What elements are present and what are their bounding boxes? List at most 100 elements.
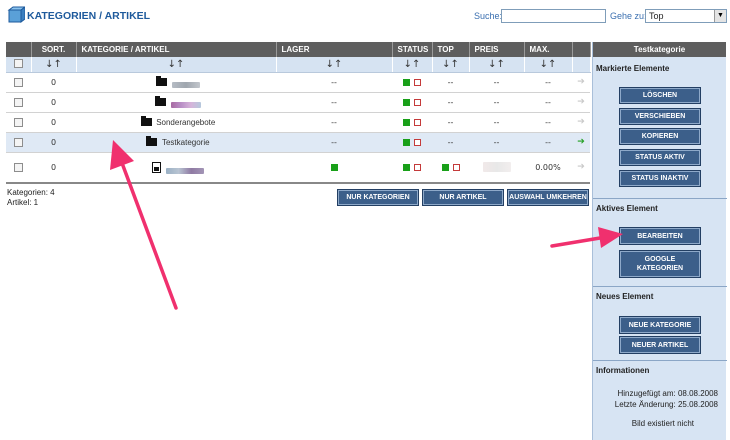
new-article-button[interactable]: NEUER ARTIKEL (619, 336, 701, 354)
goto-select[interactable]: Top ▼ (645, 9, 727, 23)
col-header-stock[interactable]: LAGER (276, 42, 393, 57)
image-missing-text: Bild existiert nicht (631, 419, 694, 428)
folder-icon[interactable] (156, 76, 168, 86)
status-off-icon[interactable] (414, 98, 421, 106)
sort-arrows-icon[interactable]: ↓↑ (524, 57, 573, 73)
status-on-icon[interactable] (403, 138, 410, 146)
table-row[interactable]: 0 0.00% ➔ (6, 152, 590, 184)
row-stock: -- (276, 72, 392, 93)
row-top[interactable] (432, 152, 469, 184)
top-off-icon[interactable] (452, 163, 460, 171)
status-off-icon[interactable] (414, 78, 421, 86)
sort-row: ↓↑ ↓↑ ↓↑ ↓↑ ↓↑ ↓↑ ↓↑ (6, 57, 591, 73)
row-name-cell[interactable] (76, 92, 276, 113)
delete-button[interactable]: LÖSCHEN (619, 87, 701, 104)
row-checkbox[interactable] (14, 117, 23, 127)
row-name-cell[interactable]: Testkategorie (76, 132, 276, 153)
category-name[interactable]: Sonderangebote (156, 118, 215, 127)
sort-arrows-icon[interactable]: ↓↑ (469, 57, 525, 73)
row-checkbox[interactable] (14, 137, 23, 147)
row-name-cell[interactable] (76, 152, 276, 184)
select-all-checkbox[interactable] (13, 59, 23, 69)
status-off-icon[interactable] (414, 138, 421, 146)
row-sort: 0 (31, 72, 76, 93)
col-header-price[interactable]: PREIS (469, 42, 525, 57)
folder-icon[interactable] (155, 96, 167, 106)
row-stock (276, 152, 392, 184)
google-categories-button[interactable]: GOOGLE KATEGORIEN (619, 250, 701, 278)
row-status[interactable] (392, 72, 432, 93)
information-title: Informationen (596, 366, 650, 375)
divider (593, 198, 727, 199)
status-on-icon[interactable] (403, 163, 410, 171)
copy-button[interactable]: KOPIEREN (619, 128, 701, 145)
status-active-button[interactable]: STATUS AKTIV (619, 149, 701, 166)
row-checkbox[interactable] (14, 77, 23, 87)
row-name-cell[interactable] (76, 72, 276, 93)
goto-select-value: Top (649, 11, 664, 21)
folder-icon[interactable] (140, 116, 152, 126)
chevron-down-icon[interactable]: ▼ (714, 10, 726, 22)
added-date: Hinzugefügt am: 08.08.2008 (617, 389, 718, 398)
sort-arrows-icon[interactable]: ↓↑ (76, 57, 277, 73)
row-top: -- (432, 132, 469, 153)
article-icon[interactable] (152, 161, 162, 173)
arrow-right-icon[interactable]: ➔ (577, 117, 585, 127)
table-row-selected[interactable]: 0 Testkategorie -- -- -- -- ➔ (6, 132, 590, 153)
status-on-icon[interactable] (403, 98, 410, 106)
row-checkbox[interactable] (14, 97, 23, 107)
google-categories-line1: GOOGLE (644, 256, 676, 263)
folder-icon[interactable] (146, 136, 158, 146)
row-status[interactable] (392, 152, 432, 184)
row-status[interactable] (392, 132, 432, 153)
status-off-icon[interactable] (414, 163, 421, 171)
blurred-name (165, 168, 204, 175)
blurred-name (171, 82, 200, 88)
only-categories-button[interactable]: NUR KATEGORIEN (337, 189, 419, 206)
row-max: 0.00% (524, 152, 572, 184)
row-name-cell[interactable]: Sonderangebote (76, 112, 276, 133)
col-header-category[interactable]: KATEGORIE / ARTIKEL (76, 42, 277, 57)
sort-arrows-icon[interactable]: ↓↑ (276, 57, 393, 73)
sort-arrows-icon[interactable]: ↓↑ (432, 57, 470, 73)
top-on-icon[interactable] (441, 163, 449, 171)
col-header-max[interactable]: MAX. (524, 42, 573, 57)
row-price: -- (469, 112, 524, 133)
category-name[interactable]: Testkategorie (162, 138, 210, 147)
table-row[interactable]: 0 -- -- -- -- ➔ (6, 92, 590, 113)
category-table: SORT. KATEGORIE / ARTIKEL LAGER STATUS T… (6, 42, 591, 184)
only-articles-button[interactable]: NUR ARTIKEL (422, 189, 504, 206)
move-button[interactable]: VERSCHIEBEN (619, 108, 701, 125)
edit-button[interactable]: BEARBEITEN (619, 227, 701, 245)
col-header-top[interactable]: TOP (432, 42, 470, 57)
arrow-right-icon[interactable]: ➔ (577, 162, 585, 172)
arrow-right-icon[interactable]: ➔ (577, 77, 585, 87)
status-off-icon[interactable] (414, 118, 421, 126)
goto-label: Gehe zu: (610, 11, 647, 21)
arrow-right-icon[interactable]: ➔ (577, 97, 585, 107)
status-on-icon[interactable] (403, 78, 410, 86)
row-stock: -- (276, 132, 392, 153)
row-stock: -- (276, 92, 392, 113)
status-inactive-button[interactable]: STATUS INAKTIV (619, 170, 701, 187)
row-status[interactable] (392, 92, 432, 113)
invert-selection-button[interactable]: AUSWAHL UMKEHREN (507, 189, 589, 206)
table-row[interactable]: 0 Sonderangebote -- -- -- -- ➔ (6, 112, 590, 133)
side-panel: Testkategorie Markierte Elemente LÖSCHEN… (592, 42, 727, 440)
row-price: -- (469, 132, 524, 153)
col-header-sort[interactable]: SORT. (31, 42, 77, 57)
row-top: -- (432, 92, 469, 113)
col-header-status[interactable]: STATUS (392, 42, 433, 57)
row-checkbox[interactable] (14, 162, 23, 172)
row-max: -- (524, 92, 572, 113)
sort-arrows-icon[interactable]: ↓↑ (392, 57, 433, 73)
row-status[interactable] (392, 112, 432, 133)
status-on-icon[interactable] (403, 118, 410, 126)
sort-arrows-icon[interactable]: ↓↑ (31, 57, 77, 73)
search-input[interactable] (501, 9, 606, 23)
new-category-button[interactable]: NEUE KATEGORIE (619, 316, 701, 334)
arrow-right-icon[interactable]: ➔ (577, 137, 585, 147)
new-element-title: Neues Element (596, 292, 654, 301)
header: KATEGORIEN / ARTIKEL Suche: Gehe zu: Top… (0, 0, 730, 36)
table-row[interactable]: 0 -- -- -- -- ➔ (6, 72, 590, 93)
